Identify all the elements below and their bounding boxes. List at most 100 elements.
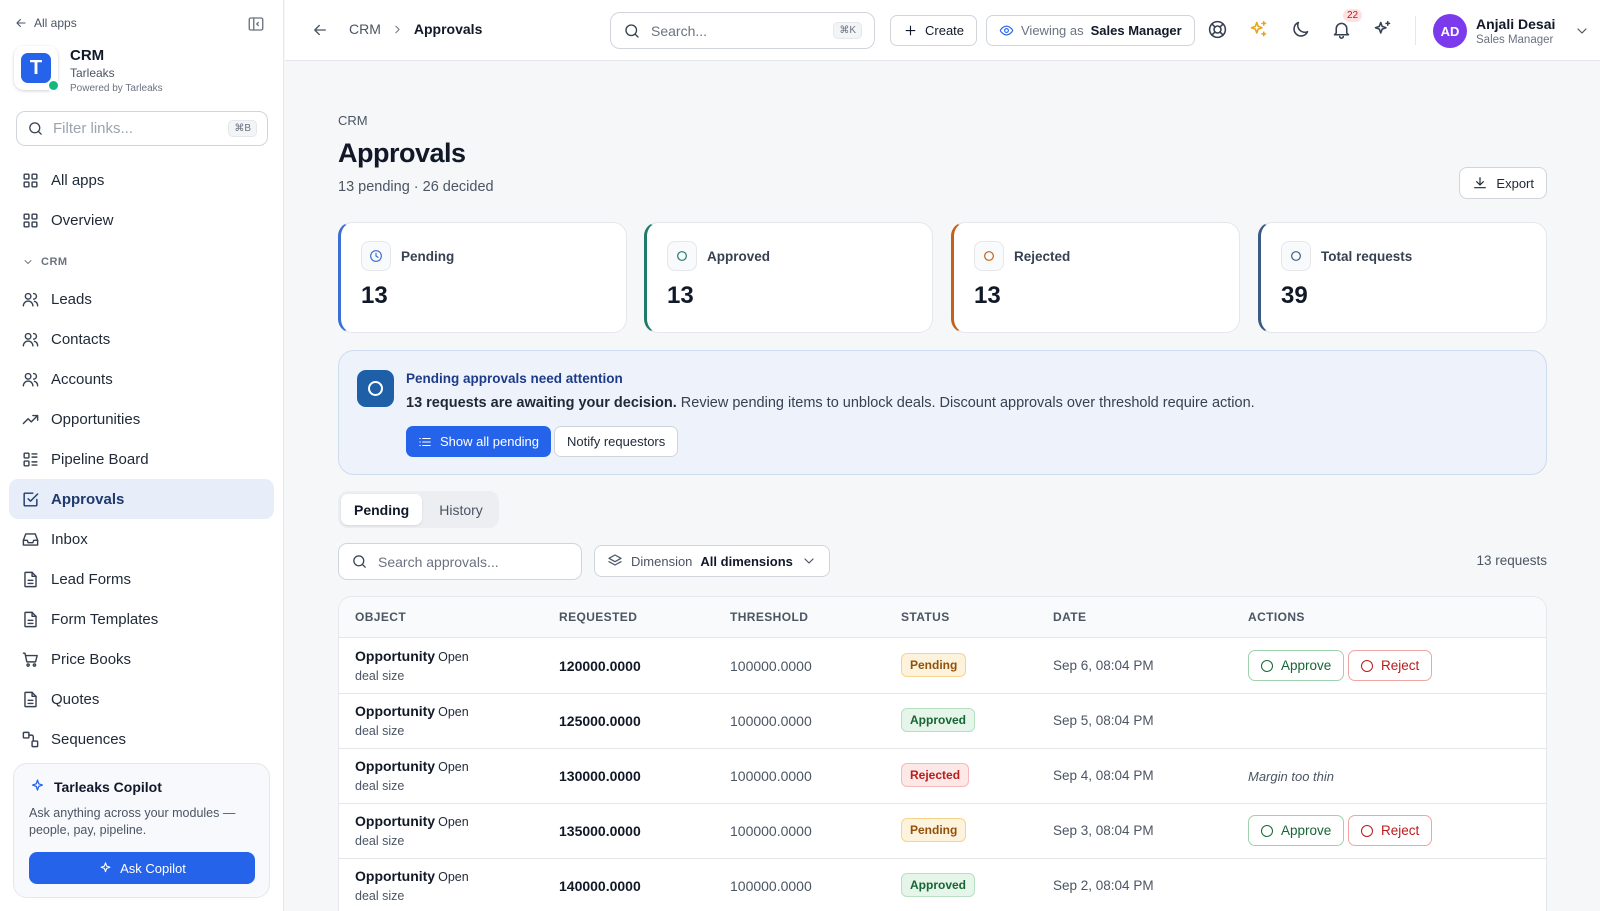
breadcrumb-current: Approvals (413, 21, 483, 37)
stat-label: Rejected (1014, 248, 1071, 264)
approve-button[interactable]: Approve (1248, 815, 1345, 846)
sidebar-item-pipeline-board[interactable]: Pipeline Board (9, 439, 274, 479)
user-menu[interactable]: AD Anjali Desai Sales Manager (1433, 14, 1590, 48)
requested-value: 135000.0000 (559, 823, 641, 839)
object-name[interactable]: Opportunity (355, 758, 435, 774)
object-name[interactable]: Opportunity (355, 868, 435, 884)
collapse-sidebar-button[interactable] (247, 15, 265, 33)
threshold-value: 100000.0000 (730, 878, 812, 894)
notifications-button[interactable]: 22 (1331, 9, 1363, 40)
filter-links-input[interactable]: Filter links... ⌘B (16, 111, 268, 146)
assistant-button[interactable] (1372, 19, 1393, 40)
table-row: Opportunity Open deal size 130000.0000 10000… (339, 748, 1546, 804)
stat-card-pending: Pending 13 (338, 222, 627, 333)
sidebar-item-form-templates[interactable]: Form Templates (9, 599, 274, 639)
circle-icon (974, 241, 1004, 271)
viewing-as-button[interactable]: Viewing as Sales Manager (986, 15, 1195, 46)
app-brand: T CRM Tarleaks Powered by Tarleaks (14, 46, 163, 94)
sidebar-item-leads[interactable]: Leads (9, 279, 274, 319)
export-button[interactable]: Export (1459, 167, 1547, 199)
sidebar-item-price-books[interactable]: Price Books (9, 639, 274, 679)
table-header: OBJECT REQUESTED THRESHOLD STATUS DATE A… (339, 597, 1546, 638)
show-all-pending-button[interactable]: Show all pending (406, 426, 552, 457)
tab-history[interactable]: History (426, 494, 496, 525)
filter-shortcut: ⌘B (228, 120, 257, 137)
alert-title: Pending approvals need attention (406, 371, 623, 386)
circle-icon (1261, 659, 1273, 672)
back-button[interactable] (311, 21, 329, 39)
ai-sparkle-button[interactable] (1248, 19, 1269, 40)
cart-icon (22, 651, 38, 667)
layers-icon (608, 554, 622, 566)
sidebar-item-label: Opportunities (51, 410, 141, 428)
sidebar-item-opportunities[interactable]: Opportunities (9, 399, 274, 439)
page-subtitle: 13 pending · 26 decided (338, 179, 494, 195)
reject-label: Reject (1381, 823, 1420, 838)
clock-icon (361, 241, 391, 271)
requested-value: 140000.0000 (559, 878, 641, 894)
arrow-left-icon (16, 18, 26, 28)
object-name[interactable]: Opportunity (355, 703, 435, 719)
sidebar-section-crm[interactable]: CRM (22, 256, 68, 268)
tab-pending[interactable]: Pending (341, 494, 423, 525)
help-button[interactable] (1207, 19, 1228, 40)
sparkle-icon (100, 861, 111, 872)
breadcrumb-crm[interactable]: CRM (349, 21, 381, 37)
reject-button[interactable]: Reject (1348, 650, 1433, 681)
sidebar-item-quotes[interactable]: Quotes (9, 679, 274, 719)
request-date: Sep 2, 08:04 PM (1053, 878, 1154, 893)
approve-button[interactable]: Approve (1248, 650, 1345, 681)
list-icon (419, 437, 431, 446)
status-badge: Pending (901, 818, 967, 842)
lifebuoy-icon (1208, 20, 1227, 39)
search-approvals-input[interactable]: Search approvals... (338, 543, 582, 580)
sidebar-item-inbox[interactable]: Inbox (9, 519, 274, 559)
sidebar-item-overview[interactable]: Overview (9, 200, 274, 240)
search-shortcut: ⌘K (833, 22, 862, 39)
requested-value: 130000.0000 (559, 768, 641, 784)
alert-bold: 13 requests are awaiting your decision. (406, 395, 677, 411)
breadcrumb: CRM Approvals (349, 21, 482, 37)
stat-value: 13 (667, 282, 694, 309)
section-label: CRM (41, 256, 68, 268)
sidebar: All apps T CRM Tarleaks Powered by Tarle… (0, 0, 284, 911)
copilot-card: Tarleaks Copilot Ask anything across you… (13, 763, 270, 898)
sidebar-item-contacts[interactable]: Contacts (9, 319, 274, 359)
filter-placeholder: Filter links... (53, 120, 134, 137)
arrow-left-icon (314, 24, 326, 36)
create-button[interactable]: Create (890, 15, 978, 46)
attention-alert: Pending approvals need attention 13 requ… (338, 350, 1547, 475)
inbox-icon (22, 532, 39, 546)
sidebar-item-sequences[interactable]: Sequences (9, 719, 274, 759)
object-name[interactable]: Opportunity (355, 648, 435, 664)
moon-icon (1293, 21, 1309, 37)
stat-label: Pending (401, 248, 455, 264)
global-search-input[interactable]: Search... ⌘K (610, 12, 875, 49)
sidebar-item-accounts[interactable]: Accounts (9, 359, 274, 399)
show-all-pending-label: Show all pending (440, 434, 540, 449)
users-icon (22, 372, 39, 387)
stat-card-approved: Approved 13 (644, 222, 933, 333)
table-row: Opportunity Open deal size 135000.0000 10000… (339, 803, 1546, 859)
circle-icon (1361, 659, 1373, 672)
plus-icon (905, 25, 916, 36)
sidebar-item-all-apps[interactable]: All apps (9, 160, 274, 200)
ask-copilot-button[interactable]: Ask Copilot (29, 852, 255, 884)
notify-requestors-button[interactable]: Notify requestors (554, 426, 679, 457)
dimension-select[interactable]: Dimension All dimensions (594, 545, 830, 577)
object-state: Open (438, 870, 469, 884)
search-icon (625, 23, 639, 38)
object-name[interactable]: Opportunity (355, 813, 435, 829)
reject-button[interactable]: Reject (1348, 815, 1433, 846)
alert-body: Review pending items to unblock deals. D… (676, 395, 1255, 411)
sidebar-toggle-icon (248, 17, 264, 31)
powered-by: Powered by Tarleaks (70, 83, 163, 94)
sidebar-item-approvals[interactable]: Approvals (9, 479, 274, 519)
status-badge: Pending (901, 653, 967, 677)
sparkle-icon (31, 779, 44, 791)
table-row: Opportunity Open deal size 125000.0000 10000… (339, 693, 1546, 749)
back-to-all-apps-link[interactable]: All apps (14, 16, 77, 30)
app-name: CRM (70, 47, 105, 64)
sidebar-item-lead-forms[interactable]: Lead Forms (9, 559, 274, 599)
theme-toggle-button[interactable] (1290, 19, 1311, 40)
